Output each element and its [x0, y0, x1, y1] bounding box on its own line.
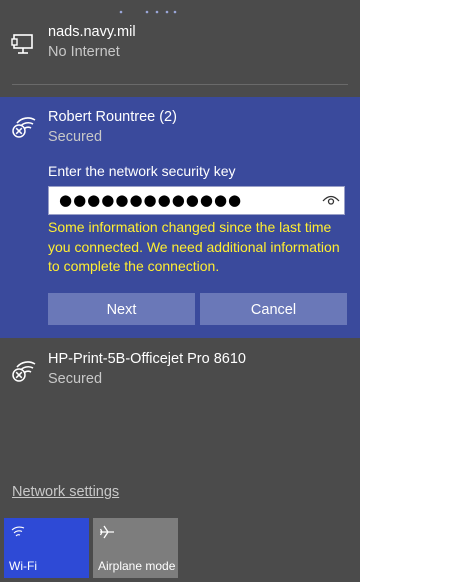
cancel-button[interactable]: Cancel — [200, 293, 347, 325]
security-key-value: ●●●●●●●●●●●●● — [59, 191, 243, 209]
reveal-password-icon[interactable] — [322, 193, 340, 207]
security-key-label: Enter the network security key — [48, 163, 236, 179]
connection-warning-text: Some information changed since the last … — [48, 219, 340, 274]
divider — [12, 84, 348, 85]
airplane-mode-tile[interactable]: Airplane mode — [93, 518, 178, 578]
network-name: nads.navy.mil — [48, 24, 136, 40]
network-item-nads-navy-mil[interactable]: nads.navy.mil No Internet — [0, 14, 360, 76]
network-item-robert-rountree[interactable]: Robert Rountree (2) Secured Enter the ne… — [0, 97, 360, 338]
wifi-secured-icon — [12, 361, 36, 382]
network-settings-link[interactable]: Network settings — [12, 484, 119, 500]
network-status: Secured — [48, 129, 103, 145]
network-item-hp-print[interactable]: HP-Print-5B-Officejet Pro 8610 Secured — [0, 340, 360, 398]
wifi-secured-icon — [12, 117, 36, 138]
network-name: Robert Rountree (2) — [48, 109, 177, 125]
ethernet-icon — [11, 34, 33, 54]
network-flyout: nads.navy.mil No Internet Robert Rountre… — [0, 0, 360, 582]
tile-label: Wi-Fi — [9, 559, 37, 573]
next-button[interactable]: Next — [48, 293, 195, 325]
security-key-input[interactable]: ●●●●●●●●●●●●● — [48, 186, 345, 215]
network-status: No Internet — [48, 44, 120, 60]
wifi-toggle-tile[interactable]: Wi-Fi — [4, 518, 89, 578]
network-name: HP-Print-5B-Officejet Pro 8610 — [48, 351, 246, 367]
tile-label: Airplane mode — [98, 559, 176, 573]
airplane-icon — [99, 525, 114, 539]
wifi-icon — [11, 526, 25, 537]
network-status: Secured — [48, 371, 103, 387]
